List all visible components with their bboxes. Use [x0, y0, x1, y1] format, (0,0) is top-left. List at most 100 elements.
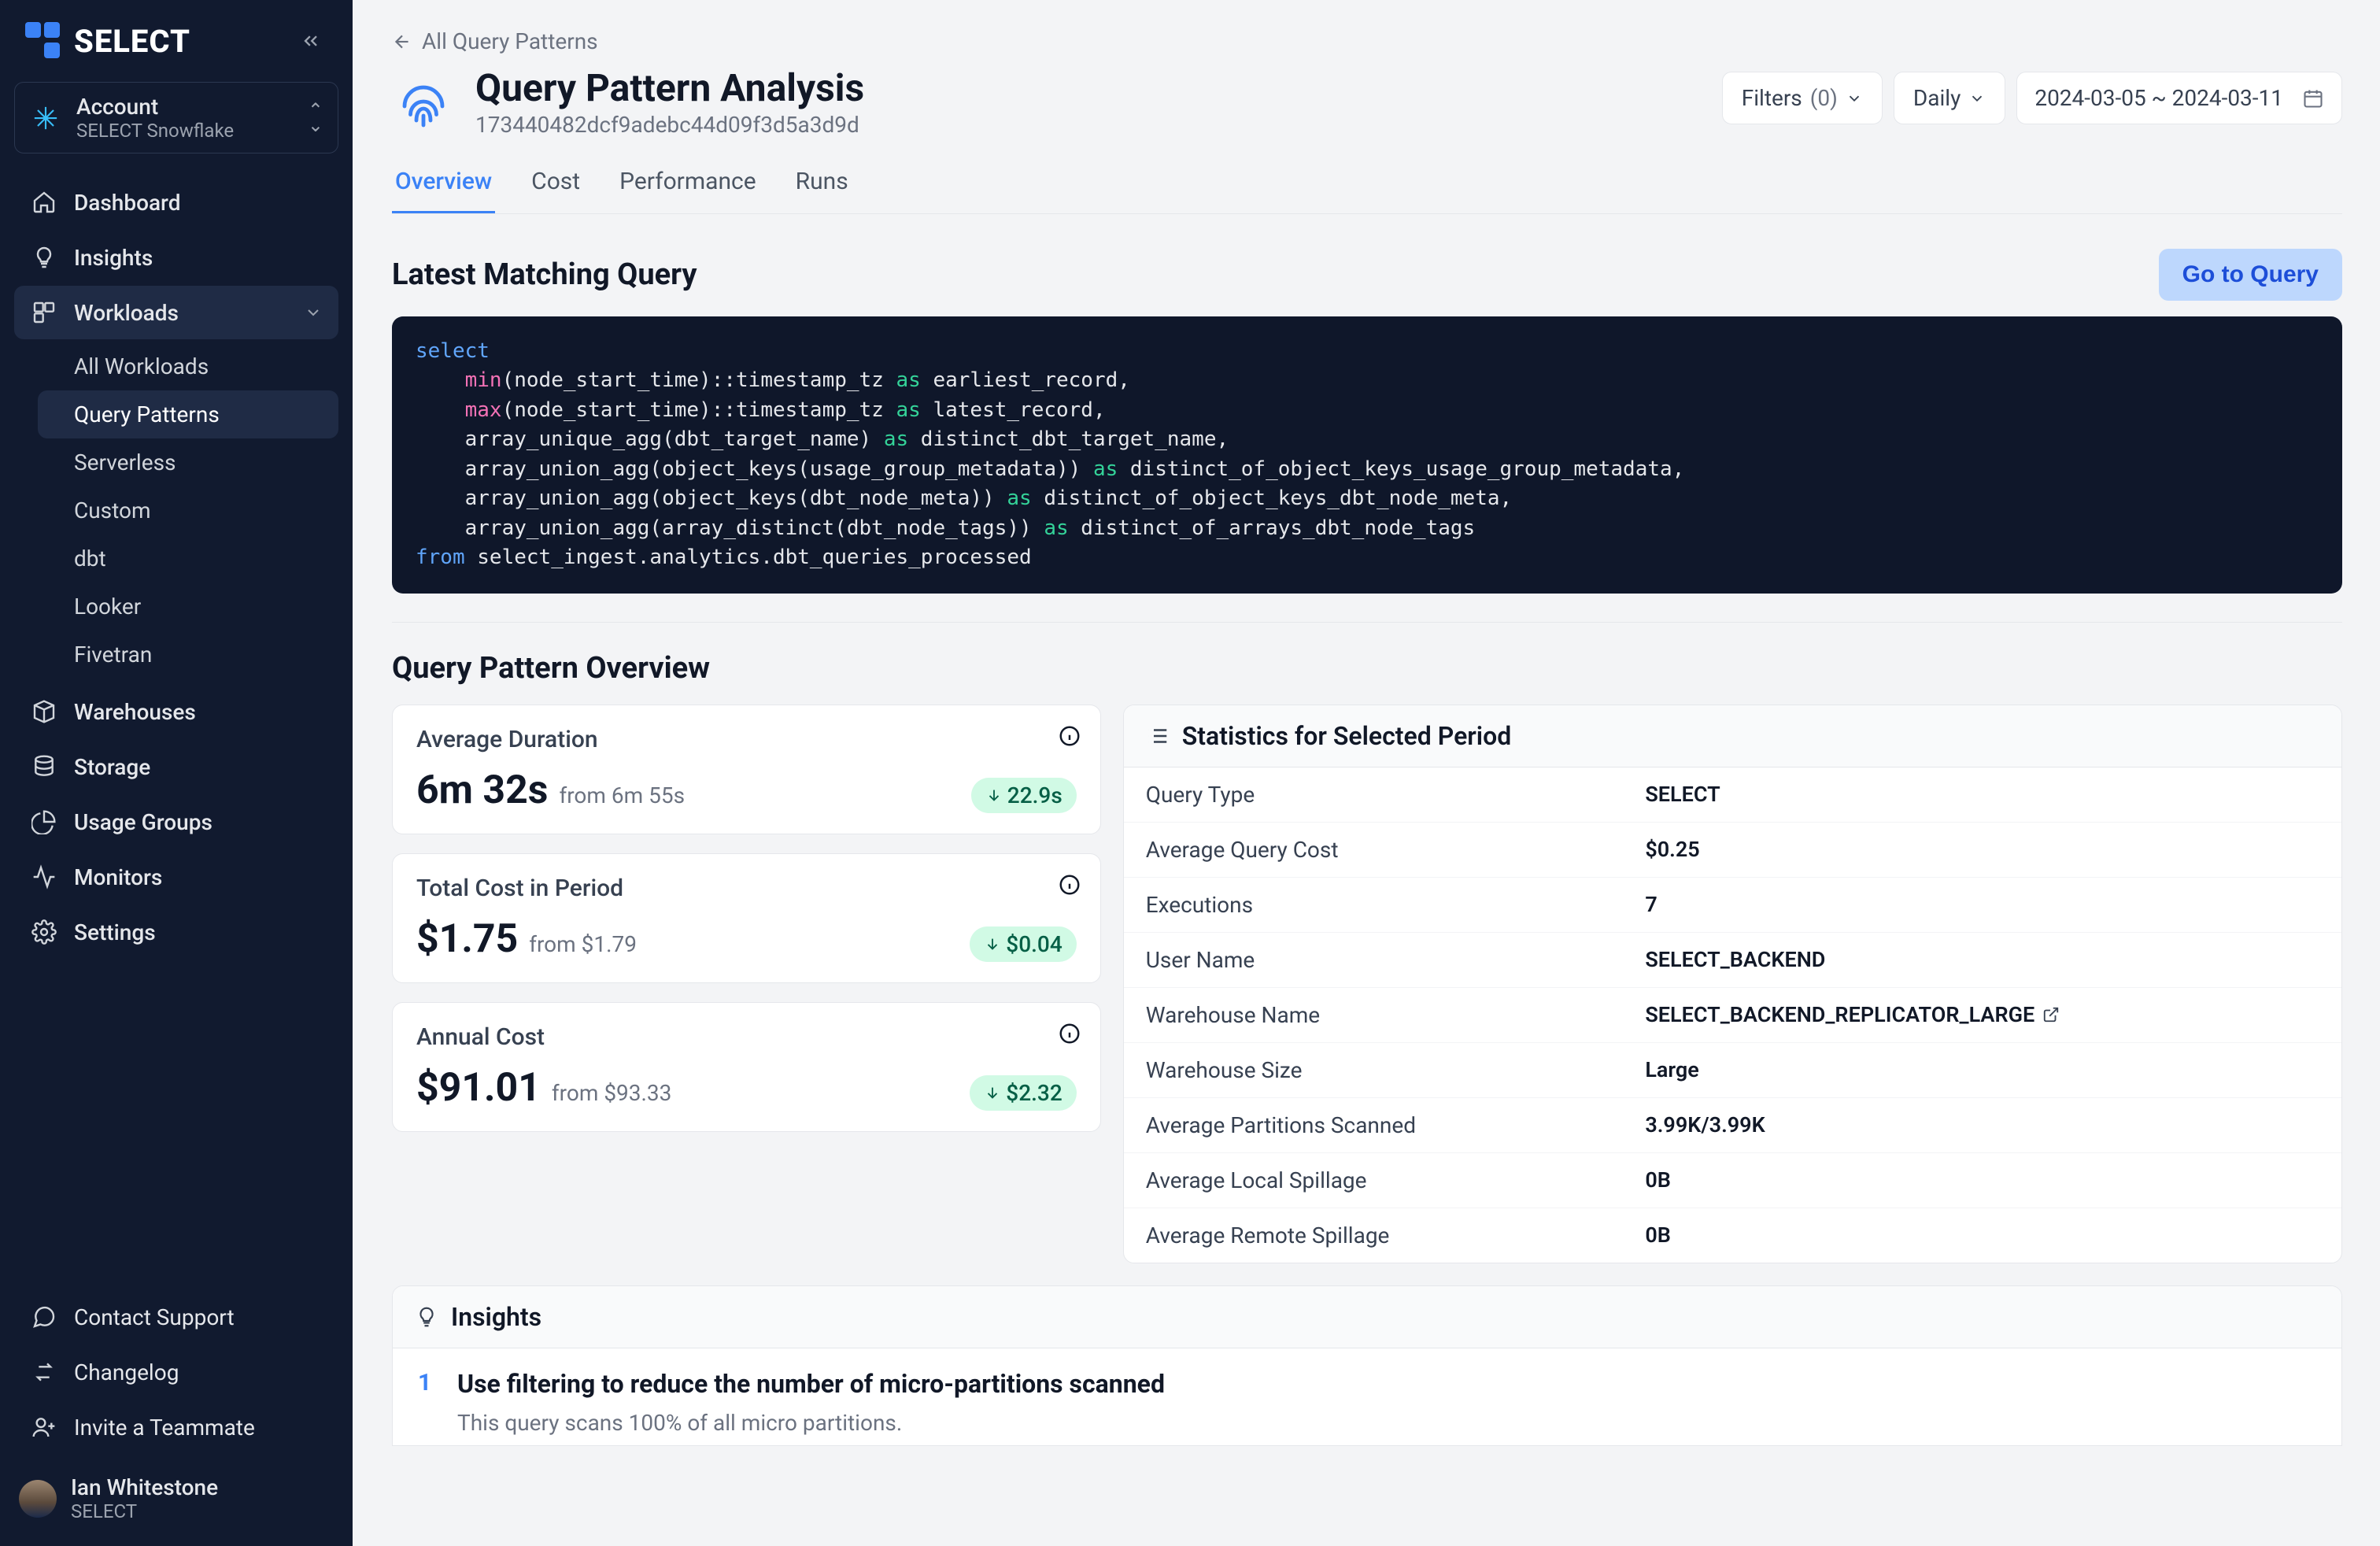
insight-number: 1 [418, 1369, 437, 1436]
external-link-icon[interactable] [2042, 1006, 2060, 1023]
metric-value: 6m 32s [416, 767, 548, 813]
main-nav: Dashboard Insights Workloads All Workloa… [14, 176, 338, 959]
stats-row: User NameSELECT_BACKEND [1124, 933, 2341, 988]
metric-delta: $2.32 [970, 1075, 1076, 1111]
go-to-query-button[interactable]: Go to Query [2159, 249, 2342, 301]
activity-icon [30, 863, 58, 891]
date-range-picker[interactable]: 2024-03-05 ~ 2024-03-11 [2016, 72, 2342, 124]
sidebar-collapse-button[interactable] [294, 24, 327, 57]
metric-card-total-cost: Total Cost in Period $1.75 from $1.79 $0… [392, 853, 1101, 983]
account-label: Account [76, 94, 234, 120]
sidebar-item-label: Dashboard [74, 190, 180, 216]
sidebar-item-dbt[interactable]: dbt [38, 534, 338, 583]
account-name: SELECT Snowflake [76, 120, 234, 142]
arrow-down-icon [985, 786, 1003, 804]
sidebar-item-contact-support[interactable]: Contact Support [14, 1290, 338, 1344]
warehouse-icon [30, 697, 58, 726]
filters-button[interactable]: Filters (0) [1722, 72, 1883, 124]
user-org: SELECT [71, 1500, 218, 1522]
sidebar-item-workloads[interactable]: Workloads [14, 286, 338, 339]
back-link[interactable]: All Query Patterns [392, 28, 598, 54]
stats-row: Average Partitions Scanned3.99K/3.99K [1124, 1098, 2341, 1153]
gear-icon [30, 918, 58, 946]
insight-row[interactable]: 1 Use filtering to reduce the number of … [393, 1348, 2341, 1445]
sidebar-item-all-workloads[interactable]: All Workloads [38, 342, 338, 390]
home-icon [30, 188, 58, 216]
arrow-left-icon [392, 31, 412, 52]
sidebar-item-looker[interactable]: Looker [38, 583, 338, 631]
metric-card-annual-cost: Annual Cost $91.01 from $93.33 $2.32 [392, 1002, 1101, 1132]
sidebar-item-dashboard[interactable]: Dashboard [14, 176, 338, 229]
stats-row: Warehouse Name SELECT_BACKEND_REPLICATOR… [1124, 988, 2341, 1043]
workloads-subnav: All Workloads Query Patterns Serverless … [38, 342, 338, 679]
sidebar-item-insights[interactable]: Insights [14, 231, 338, 284]
tab-performance[interactable]: Performance [616, 157, 759, 213]
sidebar-item-usage-groups[interactable]: Usage Groups [14, 795, 338, 849]
info-icon[interactable] [1058, 873, 1081, 897]
latest-query-heading: Latest Matching Query [392, 257, 697, 292]
lightbulb-icon [415, 1305, 438, 1329]
sidebar-item-fivetran[interactable]: Fivetran [38, 631, 338, 679]
chevron-down-icon [1846, 90, 1863, 107]
sidebar-item-storage[interactable]: Storage [14, 740, 338, 793]
stats-heading: Statistics for Selected Period [1182, 721, 1512, 751]
user-name: Ian Whitestone [71, 1474, 218, 1500]
database-icon [30, 753, 58, 781]
sidebar-item-label: Warehouses [74, 699, 196, 725]
insight-body: This query scans 100% of all micro parti… [457, 1410, 1165, 1436]
sidebar-item-label: Usage Groups [74, 809, 213, 835]
metric-card-average-duration: Average Duration 6m 32s from 6m 55s 22.9… [392, 705, 1101, 834]
arrow-down-icon [984, 1084, 1001, 1101]
page-hash: 173440482dcf9adebc44d09f3d5a3d9d [475, 112, 864, 138]
sidebar-item-custom[interactable]: Custom [38, 486, 338, 534]
user-plus-icon [30, 1413, 58, 1441]
account-selector[interactable]: Account SELECT Snowflake ⌃⌄ [14, 82, 338, 153]
info-icon[interactable] [1058, 1022, 1081, 1045]
tab-overview[interactable]: Overview [392, 157, 495, 213]
metric-label: Total Cost in Period [416, 875, 1077, 902]
sidebar-item-monitors[interactable]: Monitors [14, 850, 338, 904]
warehouse-name-link[interactable]: SELECT_BACKEND_REPLICATOR_LARGE [1645, 1002, 2034, 1027]
info-icon[interactable] [1058, 724, 1081, 748]
sidebar: SELECT Account SELECT Snowflake ⌃⌄ Dashb… [0, 0, 353, 1546]
brand-logo[interactable]: SELECT [25, 22, 190, 60]
sidebar-item-invite[interactable]: Invite a Teammate [14, 1400, 338, 1454]
tab-runs[interactable]: Runs [793, 157, 852, 213]
metric-label: Annual Cost [416, 1023, 1077, 1051]
overview-heading: Query Pattern Overview [392, 651, 2342, 686]
arrow-down-icon [984, 935, 1001, 952]
sidebar-bottom-links: Contact Support Changelog Invite a Teamm… [14, 1274, 338, 1454]
filters-count: (0) [1810, 85, 1838, 111]
sidebar-item-settings[interactable]: Settings [14, 905, 338, 959]
chevron-down-icon [304, 303, 323, 322]
metric-delta: 22.9s [971, 778, 1077, 813]
chevrons-left-icon [300, 30, 322, 52]
swap-icon [30, 1358, 58, 1386]
sidebar-item-warehouses[interactable]: Warehouses [14, 685, 338, 738]
metric-delta: $0.04 [970, 926, 1076, 962]
sidebar-item-label: Insights [74, 245, 153, 271]
page-title: Query Pattern Analysis [475, 65, 864, 110]
sidebar-item-serverless[interactable]: Serverless [38, 438, 338, 486]
stats-row: Executions7 [1124, 878, 2341, 933]
logo-icon [25, 22, 63, 60]
sidebar-item-label: Invite a Teammate [74, 1415, 255, 1441]
sql-code-block[interactable]: select min(node_start_time)::timestamp_t… [392, 316, 2342, 594]
sidebar-item-label: Workloads [74, 300, 179, 326]
tab-cost[interactable]: Cost [528, 157, 583, 213]
stats-panel: Statistics for Selected Period Query Typ… [1123, 705, 2342, 1263]
sidebar-item-label: Monitors [74, 864, 162, 890]
metric-label: Average Duration [416, 726, 1077, 753]
snowflake-icon [29, 102, 62, 135]
sidebar-item-query-patterns[interactable]: Query Patterns [38, 390, 338, 438]
back-link-label: All Query Patterns [422, 28, 598, 54]
list-icon [1146, 724, 1170, 748]
stats-row: Average Local Spillage0B [1124, 1153, 2341, 1208]
user-menu[interactable]: Ian Whitestone SELECT [14, 1460, 338, 1527]
sidebar-item-changelog[interactable]: Changelog [14, 1345, 338, 1399]
sidebar-item-label: Changelog [74, 1359, 179, 1385]
cadence-button[interactable]: Daily [1894, 72, 2005, 124]
up-down-icon: ⌃⌄ [308, 102, 323, 132]
chat-icon [30, 1303, 58, 1331]
stats-row: Average Query Cost$0.25 [1124, 823, 2341, 878]
